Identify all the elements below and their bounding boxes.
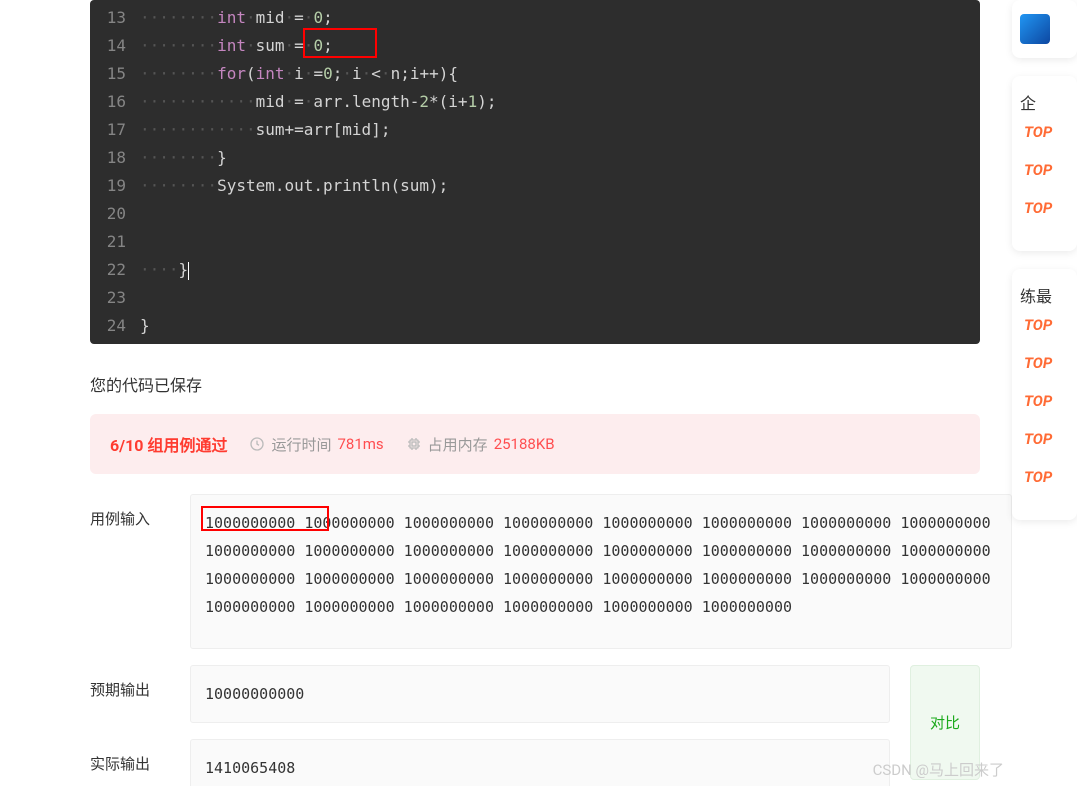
memory-metric: 占用内存 25188KB <box>406 434 555 455</box>
line-number: 13 <box>90 4 140 32</box>
expected-label: 预期输出 <box>90 665 190 723</box>
top-item[interactable]: TOP <box>1024 123 1069 141</box>
line-number: 17 <box>90 116 140 144</box>
watermark: CSDN @马上回来了 <box>873 759 1004 780</box>
expected-output-box: 10000000000 <box>190 665 890 723</box>
code-text: ········} <box>140 144 227 172</box>
top-item[interactable]: TOP <box>1024 199 1069 217</box>
blue-square-icon <box>1020 14 1050 44</box>
code-line[interactable]: 15········for(int·i·=0;·i·<·n;i++){ <box>90 60 980 88</box>
code-text: ····} <box>140 256 189 284</box>
company-title: 企 <box>1020 90 1069 114</box>
memory-label: 占用内存 <box>428 434 488 455</box>
line-number: 24 <box>90 312 140 340</box>
line-number: 23 <box>90 284 140 312</box>
clock-icon <box>249 436 265 452</box>
pass-count: 6/10 组用例通过 <box>110 432 227 456</box>
top-item[interactable]: TOP <box>1024 316 1069 334</box>
code-text: ········for(int·i·=0;·i·<·n;i++){ <box>140 60 458 88</box>
memory-value: 25188KB <box>494 435 555 453</box>
input-label: 用例输入 <box>90 494 190 649</box>
actual-value: 1410065408 <box>205 759 295 777</box>
code-line[interactable]: 24} <box>90 312 980 340</box>
code-editor[interactable]: 13········int·mid·=·0;14········int·sum·… <box>90 0 980 344</box>
code-line[interactable]: 18········} <box>90 144 980 172</box>
code-text: } <box>140 312 150 340</box>
line-number: 22 <box>90 256 140 284</box>
runtime-label: 运行时间 <box>271 434 331 455</box>
saved-message: 您的代码已保存 <box>90 372 1012 396</box>
code-line[interactable]: 19········System.out.println(sum); <box>90 172 980 200</box>
code-text: ········int·mid·=·0; <box>140 4 333 32</box>
line-number: 21 <box>90 228 140 256</box>
line-number: 20 <box>90 200 140 228</box>
code-text: ············sum+=arr[mid]; <box>140 116 390 144</box>
code-line[interactable]: 21 <box>90 228 980 256</box>
top-item[interactable]: TOP <box>1024 468 1069 486</box>
actual-label: 实际输出 <box>90 739 190 786</box>
code-line[interactable]: 16············mid·=·arr.length-2*(i+1); <box>90 88 980 116</box>
code-text: ········System.out.println(sum); <box>140 172 448 200</box>
sidebar-card-top <box>1012 0 1077 58</box>
chip-icon <box>406 436 422 452</box>
main-content: 13········int·mid·=·0;14········int·sum·… <box>0 0 1012 786</box>
top-item[interactable]: TOP <box>1024 354 1069 372</box>
top-item[interactable]: TOP <box>1024 161 1069 179</box>
line-number: 18 <box>90 144 140 172</box>
actual-output-box: 1410065408 <box>190 739 890 786</box>
code-line[interactable]: 14········int·sum·=·0; <box>90 32 980 60</box>
code-text: ············mid·=·arr.length-2*(i+1); <box>140 88 496 116</box>
top-item[interactable]: TOP <box>1024 392 1069 410</box>
code-text: ········int·sum·=·0; <box>140 32 333 60</box>
code-line[interactable]: 22····} <box>90 256 980 284</box>
line-number: 14 <box>90 32 140 60</box>
test-input-value: 1000000000 1000000000 1000000000 1000000… <box>205 514 991 616</box>
line-number: 16 <box>90 88 140 116</box>
expected-value: 10000000000 <box>205 685 304 703</box>
sidebar-card-practice[interactable]: 练最 TOP TOP TOP TOP TOP <box>1012 269 1077 520</box>
code-line[interactable]: 17············sum+=arr[mid]; <box>90 116 980 144</box>
top-item[interactable]: TOP <box>1024 430 1069 448</box>
sidebar: 企 TOP TOP TOP 练最 TOP TOP TOP TOP TOP <box>1012 0 1077 786</box>
line-number: 19 <box>90 172 140 200</box>
code-line[interactable]: 23 <box>90 284 980 312</box>
text-cursor <box>188 262 189 280</box>
test-input-box[interactable]: 1000000000 1000000000 1000000000 1000000… <box>190 494 1012 649</box>
line-number: 15 <box>90 60 140 88</box>
result-banner: 6/10 组用例通过 运行时间 781ms 占用内存 25188KB <box>90 414 980 474</box>
code-line[interactable]: 20 <box>90 200 980 228</box>
runtime-value: 781ms <box>337 435 383 453</box>
code-line[interactable]: 13········int·mid·=·0; <box>90 4 980 32</box>
runtime-metric: 运行时间 781ms <box>249 434 383 455</box>
sidebar-card-company[interactable]: 企 TOP TOP TOP <box>1012 76 1077 251</box>
practice-title: 练最 <box>1020 283 1069 307</box>
